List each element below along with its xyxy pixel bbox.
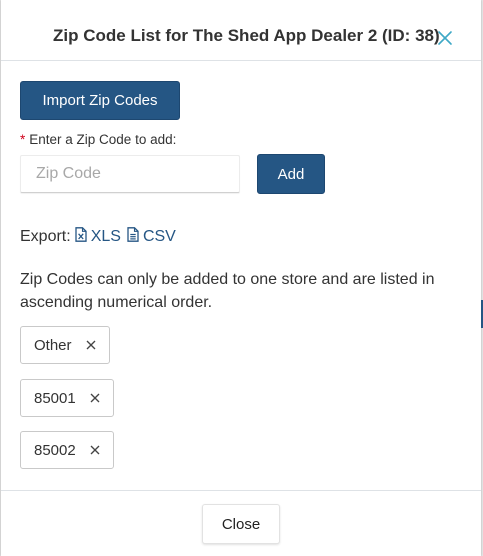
zip-code-tag: Other <box>20 326 110 364</box>
modal-header: Zip Code List for The Shed App Dealer 2 … <box>1 0 481 61</box>
zip-code-tag-label: 85001 <box>34 389 76 407</box>
export-label: Export: <box>20 228 71 245</box>
zip-code-tag: 85001 <box>20 379 114 417</box>
export-csv-link[interactable]: CSV <box>127 227 176 247</box>
zip-code-tag: 85002 <box>20 431 114 469</box>
close-button[interactable]: Close <box>202 504 280 544</box>
modal-footer: Close <box>1 490 481 556</box>
zip-code-tag-label: 85002 <box>34 441 76 459</box>
modal-body: Import Zip Codes * Enter a Zip Code to ad… <box>1 61 481 490</box>
remove-tag-close-icon[interactable] <box>84 338 98 352</box>
zip-code-label-text: Enter a Zip Code to add: <box>29 132 177 147</box>
export-xls-link[interactable]: XLS <box>75 227 121 247</box>
export-xls-label: XLS <box>90 228 121 245</box>
add-zip-button[interactable]: Add <box>257 154 325 194</box>
export-row: Export: XLS CSV <box>20 227 176 247</box>
zip-code-info-text: Zip Codes can only be added to one store… <box>20 271 435 311</box>
excel-file-icon <box>75 227 91 247</box>
zip-code-modal: Zip Code List for The Shed App Dealer 2 … <box>1 0 481 556</box>
import-zip-codes-button[interactable]: Import Zip Codes <box>20 81 180 120</box>
zip-code-field-label: * Enter a Zip Code to add: <box>20 132 176 147</box>
zip-code-input[interactable] <box>20 155 240 193</box>
export-csv-label: CSV <box>142 228 176 245</box>
close-icon[interactable] <box>437 30 453 46</box>
remove-tag-close-icon[interactable] <box>88 443 102 457</box>
modal-title: Zip Code List for The Shed App Dealer 2 … <box>53 26 440 45</box>
required-asterisk: * <box>20 132 26 147</box>
zip-code-tag-label: Other <box>34 336 72 354</box>
remove-tag-close-icon[interactable] <box>88 391 102 405</box>
csv-file-icon <box>127 227 143 247</box>
